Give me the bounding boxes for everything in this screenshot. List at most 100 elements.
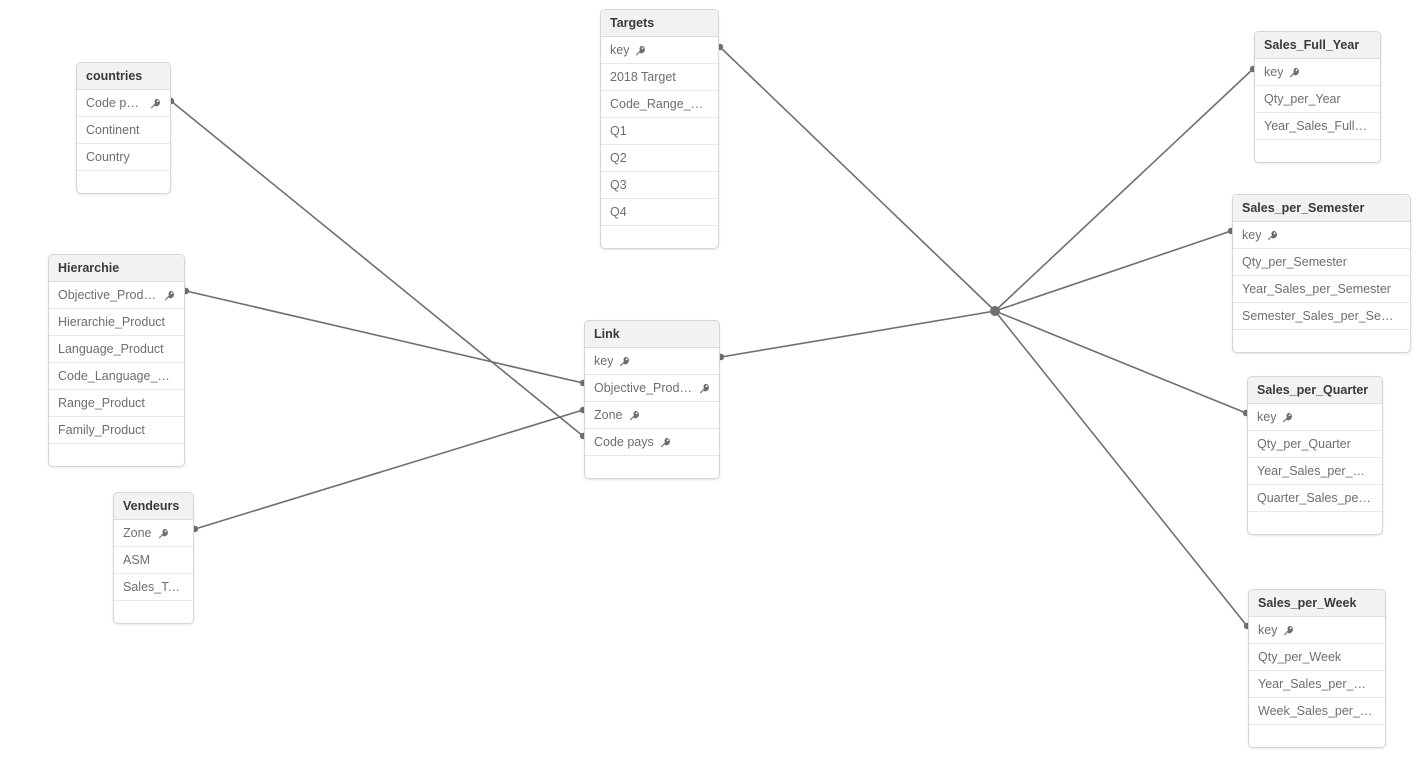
table-field-row[interactable]: Language_Product — [49, 336, 184, 363]
table-field-row[interactable]: Zone — [114, 520, 193, 547]
table-field-row[interactable]: Year_Sales_per_Semester — [1233, 276, 1410, 303]
association-line[interactable] — [170, 100, 584, 437]
table-field-row[interactable]: ASM — [114, 547, 193, 574]
table-field-row[interactable]: Sales_Team — [114, 574, 193, 601]
table-field-row[interactable]: Zone — [585, 402, 719, 429]
table-field-row[interactable]: Q3 — [601, 172, 718, 199]
data-table-vendeurs[interactable]: Vendeurs Zone ASM Sales_Team — [113, 492, 194, 624]
field-label: Q4 — [610, 205, 627, 219]
field-label: key — [1264, 65, 1284, 79]
data-table-hierarchie[interactable]: Hierarchie Objective_Product Hierarchie_Pr… — [48, 254, 185, 467]
table-field-row[interactable]: Qty_per_Week — [1249, 644, 1385, 671]
key-icon — [1267, 230, 1278, 241]
field-label: Qty_per_Quarter — [1257, 437, 1351, 451]
association-line[interactable] — [994, 68, 1254, 312]
association-line[interactable] — [994, 310, 1248, 627]
association-line[interactable] — [994, 230, 1232, 312]
table-field-row[interactable]: Q1 — [601, 118, 718, 145]
table-field-row[interactable]: key — [1233, 222, 1410, 249]
association-line[interactable] — [194, 409, 584, 530]
field-label: Continent — [86, 123, 140, 137]
data-table-sales_per_week[interactable]: Sales_per_Week key Qty_per_Week Year_Sales_… — [1248, 589, 1386, 748]
field-label: Year_Sales_per_Week — [1258, 677, 1376, 691]
field-label: Family_Product — [58, 423, 145, 437]
key-icon — [660, 437, 671, 448]
table-field-row[interactable]: Code pays — [77, 90, 170, 117]
field-label: Code pays — [86, 96, 144, 110]
field-label: ASM — [123, 553, 151, 567]
table-field-row[interactable]: key — [601, 37, 718, 64]
table-footer-row — [601, 226, 718, 248]
field-label: Week_Sales_per_Week — [1258, 704, 1376, 718]
table-field-row[interactable]: Range_Product — [49, 390, 184, 417]
table-field-row[interactable]: Q4 — [601, 199, 718, 226]
data-table-targets[interactable]: Targets key 2018 Target Code_Range_Efficy Q1… — [600, 9, 719, 249]
table-field-row[interactable]: Objective_Product — [49, 282, 184, 309]
table-field-row[interactable]: Country — [77, 144, 170, 171]
table-field-row[interactable]: Continent — [77, 117, 170, 144]
field-label: key — [594, 354, 614, 368]
field-label: Year_Sales_per_Quar... — [1257, 464, 1373, 478]
field-label: Year_Sales_Full_Year — [1264, 119, 1371, 133]
table-field-row[interactable]: Year_Sales_per_Quar... — [1248, 458, 1382, 485]
table-field-row[interactable]: Q2 — [601, 145, 718, 172]
field-label: Sales_Team — [123, 580, 184, 594]
table-field-row[interactable]: Quarter_Sales_per_Q... — [1248, 485, 1382, 512]
table-field-row[interactable]: Qty_per_Quarter — [1248, 431, 1382, 458]
field-label: Objective_Product — [594, 381, 693, 395]
table-field-row[interactable]: Week_Sales_per_Week — [1249, 698, 1385, 725]
table-field-row[interactable]: Year_Sales_per_Week — [1249, 671, 1385, 698]
field-label: Year_Sales_per_Semester — [1242, 282, 1391, 296]
data-table-link[interactable]: Link key Objective_Product Zone Code pays — [584, 320, 720, 479]
field-label: Qty_per_Semester — [1242, 255, 1347, 269]
table-field-row[interactable]: Year_Sales_Full_Year — [1255, 113, 1380, 140]
key-icon — [635, 45, 646, 56]
table-footer-row — [77, 171, 170, 193]
data-table-sales_full_year[interactable]: Sales_Full_Yearkey Qty_per_Year Year_Sales… — [1254, 31, 1381, 163]
table-field-row[interactable]: Code_Range_Efficy — [601, 91, 718, 118]
data-model-canvas[interactable]: countries Code pays Continent Country Hierar… — [0, 0, 1424, 760]
key-icon — [629, 410, 640, 421]
association-line[interactable] — [719, 46, 996, 312]
field-label: key — [610, 43, 630, 57]
association-line[interactable] — [994, 310, 1247, 414]
table-footer-row — [585, 456, 719, 478]
field-label: 2018 Target — [610, 70, 676, 84]
association-line[interactable] — [720, 310, 996, 358]
data-table-countries[interactable]: countries Code pays Continent Country — [76, 62, 171, 194]
table-field-row[interactable]: Code_Language_Pro... — [49, 363, 184, 390]
field-label: Quarter_Sales_per_Q... — [1257, 491, 1373, 505]
table-field-row[interactable]: Qty_per_Year — [1255, 86, 1380, 113]
field-label: Qty_per_Year — [1264, 92, 1341, 106]
field-label: Code_Range_Efficy — [610, 97, 709, 111]
table-field-row[interactable]: key — [585, 348, 719, 375]
table-field-row[interactable]: Hierarchie_Product — [49, 309, 184, 336]
data-table-sales_per_semester[interactable]: Sales_per_Semester key Qty_per_Semester Yea… — [1232, 194, 1411, 353]
table-field-row[interactable]: Objective_Product — [585, 375, 719, 402]
field-label: Zone — [123, 526, 152, 540]
association-hub-node[interactable] — [990, 306, 1000, 316]
table-title: countries — [77, 63, 170, 90]
key-icon — [1283, 625, 1294, 636]
table-field-row[interactable]: key — [1255, 59, 1380, 86]
table-title: Sales_Full_Year — [1255, 32, 1380, 59]
data-table-sales_per_quarter[interactable]: Sales_per_Quarter key Qty_per_Quarter Year_… — [1247, 376, 1383, 535]
table-field-row[interactable]: Semester_Sales_per_Semester — [1233, 303, 1410, 330]
table-title: Targets — [601, 10, 718, 37]
key-icon — [1282, 412, 1293, 423]
table-field-row[interactable]: key — [1249, 617, 1385, 644]
field-label: key — [1257, 410, 1277, 424]
field-label: key — [1258, 623, 1278, 637]
table-field-row[interactable]: Family_Product — [49, 417, 184, 444]
table-field-row[interactable]: Qty_per_Semester — [1233, 249, 1410, 276]
table-field-row[interactable]: key — [1248, 404, 1382, 431]
field-label: Q3 — [610, 178, 627, 192]
field-label: Range_Product — [58, 396, 145, 410]
field-label: Code pays — [594, 435, 654, 449]
table-field-row[interactable]: Code pays — [585, 429, 719, 456]
table-field-row[interactable]: 2018 Target — [601, 64, 718, 91]
table-footer-row — [1249, 725, 1385, 747]
field-label: Objective_Product — [58, 288, 158, 302]
association-line[interactable] — [185, 290, 584, 384]
key-icon — [699, 383, 710, 394]
